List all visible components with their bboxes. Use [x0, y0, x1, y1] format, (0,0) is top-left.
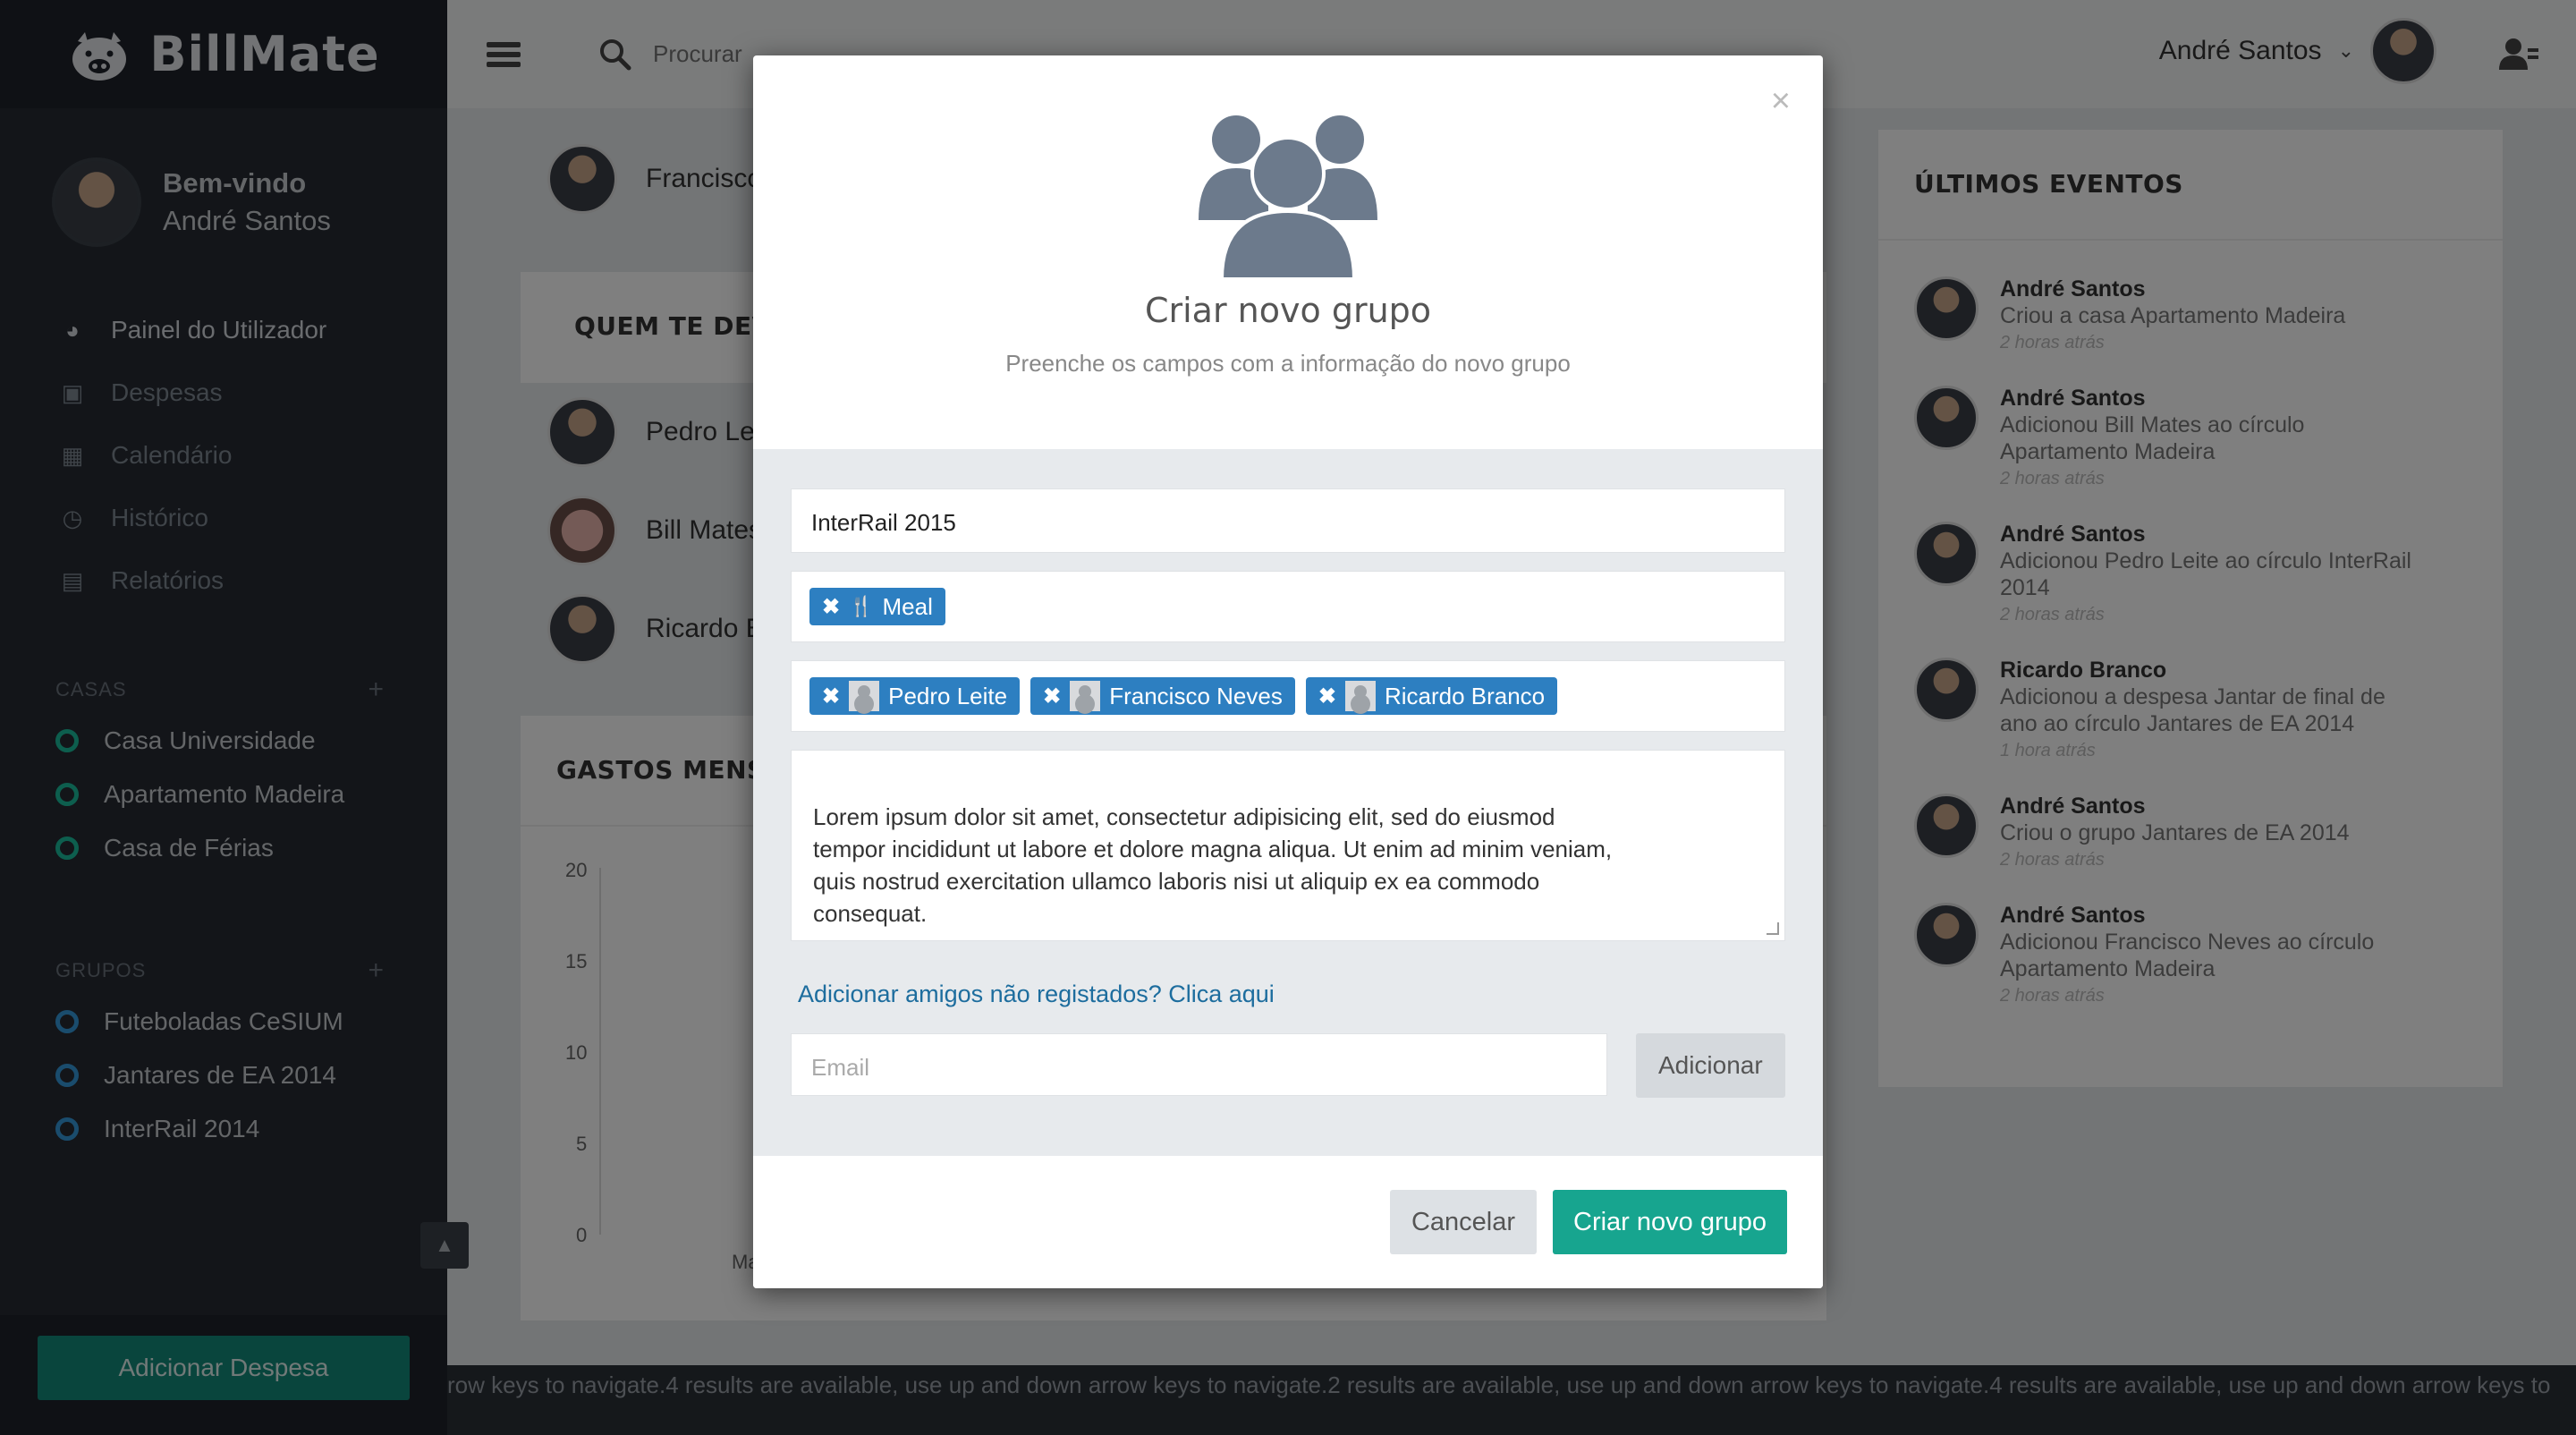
category-tag[interactable]: ✖ 🍴 Meal [809, 588, 945, 625]
invite-unregistered-link[interactable]: Adicionar amigos não registados? Clica a… [791, 981, 1785, 1008]
group-icon [1199, 115, 1377, 281]
modal-subtitle: Preenche os campos com a informação do n… [1005, 350, 1571, 377]
tag-label: Meal [882, 592, 933, 620]
member-tag[interactable]: ✖ Ricardo Branco [1305, 677, 1558, 715]
member-avatar-icon [849, 681, 880, 711]
members-tag-input[interactable]: ✖ Pedro Leite ✖ Francisco Neves ✖ Ricard… [791, 660, 1785, 732]
resize-handle-icon[interactable] [1767, 922, 1779, 935]
member-avatar-icon [1070, 681, 1101, 711]
email-input[interactable]: Email [791, 1033, 1607, 1096]
cancel-button[interactable]: Cancelar [1390, 1190, 1537, 1254]
close-icon[interactable]: × [1771, 82, 1791, 121]
add-email-button[interactable]: Adicionar [1635, 1033, 1785, 1098]
member-avatar-icon [1344, 681, 1376, 711]
fork-knife-icon: 🍴 [849, 595, 874, 617]
create-group-modal: × Criar novo grupo Preenche os campos co… [753, 55, 1823, 1288]
remove-tag-icon[interactable]: ✖ [1318, 684, 1336, 709]
remove-tag-icon[interactable]: ✖ [1043, 684, 1061, 709]
description-text: Lorem ipsum dolor sit amet, consectetur … [813, 803, 1613, 927]
tag-label: Ricardo Branco [1384, 682, 1546, 709]
group-name-input[interactable]: InterRail 2015 [791, 488, 1785, 553]
modal-title: Criar novo grupo [1144, 291, 1432, 330]
member-tag[interactable]: ✖ Pedro Leite [809, 677, 1021, 715]
tag-label: Francisco Neves [1109, 682, 1283, 709]
category-tag-input[interactable]: ✖ 🍴 Meal [791, 571, 1785, 642]
tag-label: Pedro Leite [888, 682, 1008, 709]
description-textarea[interactable]: Lorem ipsum dolor sit amet, consectetur … [791, 750, 1785, 941]
remove-tag-icon[interactable]: ✖ [822, 684, 840, 709]
create-group-button[interactable]: Criar novo grupo [1553, 1190, 1787, 1254]
remove-tag-icon[interactable]: ✖ [822, 594, 840, 620]
member-tag[interactable]: ✖ Francisco Neves [1030, 677, 1295, 715]
